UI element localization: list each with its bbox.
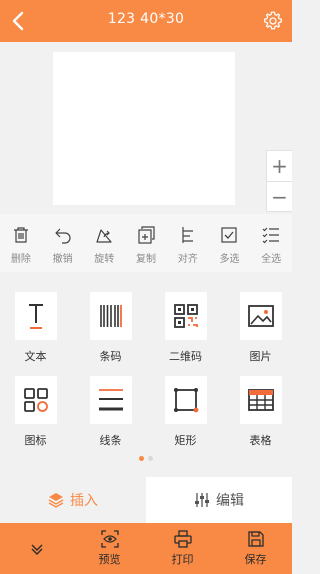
insert-line-label: 线条	[99, 434, 122, 447]
barcode-icon	[99, 305, 122, 327]
insert-icon-item[interactable]: 图标	[0, 376, 73, 448]
copy-button[interactable]: 复制	[125, 214, 167, 272]
line-tile	[89, 376, 132, 424]
multi-select-label: 多选	[219, 254, 240, 265]
bottom-action-bar: 预览 打印 保存	[0, 523, 292, 574]
zoom-out-button[interactable]: −	[267, 182, 292, 212]
undo-button[interactable]: 撤销	[42, 214, 84, 272]
insert-text-label: 文本	[24, 350, 47, 363]
copy-icon	[138, 226, 155, 244]
zoom-control: + −	[266, 150, 292, 212]
align-button[interactable]: 对齐	[167, 214, 209, 272]
icon-tile	[14, 376, 57, 424]
insert-table-label: 表格	[249, 434, 272, 447]
save-icon	[247, 531, 264, 547]
rotate-icon	[96, 229, 112, 243]
page-dot-active	[139, 456, 144, 461]
rotate-label: 旋转	[94, 254, 115, 265]
insert-barcode-label: 条码	[99, 350, 122, 363]
delete-button[interactable]: 删除	[0, 214, 42, 272]
checkbox-icon	[221, 227, 238, 243]
preview-button[interactable]: 预览	[73, 523, 146, 574]
tab-insert-label: 插入	[70, 493, 98, 509]
page-indicator	[0, 456, 292, 461]
label-canvas[interactable]	[53, 52, 235, 205]
printer-icon	[173, 530, 192, 548]
grid-icon	[23, 388, 48, 412]
insert-palette: 文本 条码 二维码 图片 图标 线条 矩形 表格	[0, 272, 292, 477]
select-all-icon	[262, 227, 280, 244]
table-tile	[239, 376, 282, 424]
insert-rectangle-label: 矩形	[174, 434, 197, 447]
insert-rectangle-item[interactable]: 矩形	[148, 376, 223, 448]
insert-table-item[interactable]: 表格	[223, 376, 298, 448]
align-icon	[182, 227, 193, 243]
gear-icon[interactable]	[262, 10, 284, 32]
table-icon	[247, 389, 274, 411]
delete-label: 删除	[10, 254, 31, 265]
rectangle-icon	[173, 388, 198, 413]
copy-label: 复制	[136, 254, 157, 265]
collapse-button[interactable]	[0, 523, 73, 574]
select-all-button[interactable]: 全选	[250, 214, 292, 272]
barcode-tile	[89, 292, 132, 340]
qrcode-icon	[173, 304, 198, 328]
save-label: 保存	[244, 553, 267, 566]
undo-label: 撤销	[52, 254, 73, 265]
text-icon	[28, 304, 43, 329]
insert-qrcode-item[interactable]: 二维码	[148, 292, 223, 364]
image-icon	[247, 305, 274, 327]
insert-icon-label: 图标	[24, 434, 47, 447]
page-dot	[148, 456, 153, 461]
tab-insert[interactable]: 插入	[0, 477, 146, 523]
select-all-label: 全选	[261, 254, 282, 265]
preview-label: 预览	[98, 553, 121, 566]
zoom-in-button[interactable]: +	[267, 151, 292, 181]
insert-image-label: 图片	[249, 350, 272, 363]
multi-select-button[interactable]: 多选	[209, 214, 251, 272]
insert-image-item[interactable]: 图片	[223, 292, 298, 364]
rectangle-tile	[164, 376, 207, 424]
preview-icon	[100, 530, 119, 548]
mode-tabs: 插入 编辑	[0, 477, 292, 523]
print-button[interactable]: 打印	[146, 523, 219, 574]
double-chevron-down-icon	[31, 544, 42, 555]
trash-icon	[13, 227, 28, 243]
insert-qrcode-label: 二维码	[169, 350, 202, 363]
image-tile	[239, 292, 282, 340]
sliders-icon	[195, 493, 209, 507]
lines-icon	[98, 389, 123, 411]
text-tile	[14, 292, 57, 340]
insert-text-item[interactable]: 文本	[0, 292, 73, 364]
layers-icon	[48, 493, 64, 508]
qrcode-tile	[164, 292, 207, 340]
rotate-button[interactable]: 旋转	[83, 214, 125, 272]
tab-edit[interactable]: 编辑	[146, 477, 292, 523]
page-title: 123 40*30	[107, 11, 185, 27]
edit-toolbar: 删除 撤销 旋转 复制 对齐 多选 全选	[0, 214, 292, 272]
print-label: 打印	[171, 553, 194, 566]
header-bar: 123 40*30	[0, 0, 292, 42]
canvas-area	[0, 42, 292, 214]
insert-barcode-item[interactable]: 条码	[73, 292, 148, 364]
tab-edit-label: 编辑	[216, 493, 244, 509]
save-button[interactable]: 保存	[219, 523, 292, 574]
insert-line-item[interactable]: 线条	[73, 376, 148, 448]
align-label: 对齐	[177, 254, 198, 265]
undo-icon	[54, 228, 71, 244]
